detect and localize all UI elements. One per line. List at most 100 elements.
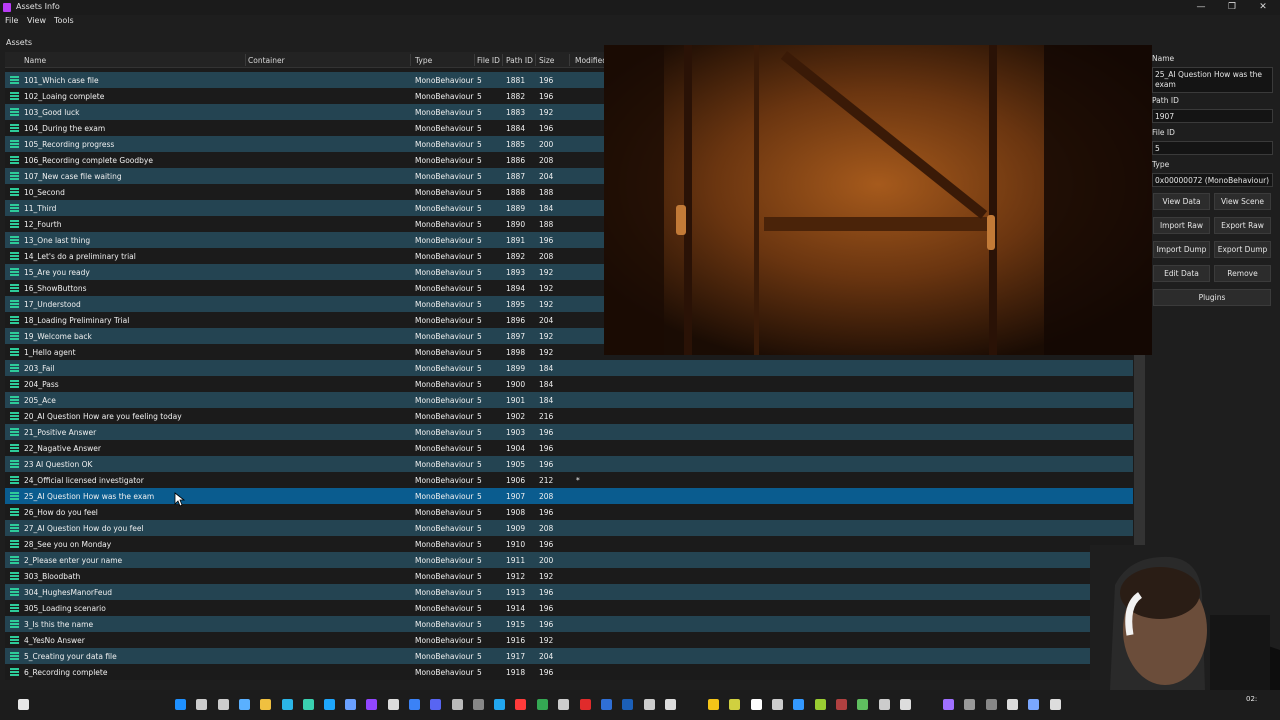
table-row[interactable]: 203_Fail MonoBehaviour 5 1899 184 [5, 360, 1133, 376]
asset-icon [10, 620, 19, 628]
column-header-name[interactable]: Name [24, 56, 46, 65]
table-row[interactable]: 304_HughesManorFeud MonoBehaviour 5 1913 196 [5, 584, 1133, 600]
tray-icon-15[interactable] [1028, 699, 1039, 710]
terminal-icon[interactable] [388, 699, 399, 710]
menu-file[interactable]: File [5, 16, 18, 25]
tray-icon-7[interactable] [836, 699, 847, 710]
table-row[interactable]: 21_Positive Answer MonoBehaviour 5 1903 196 [5, 424, 1133, 440]
app-icon-7[interactable] [622, 699, 633, 710]
cell-name: 27_AI Question How do you feel [24, 524, 144, 533]
minimize-button[interactable]: — [1194, 2, 1208, 13]
tray-icon-10[interactable] [900, 699, 911, 710]
tray-icon-12[interactable] [964, 699, 975, 710]
table-row[interactable]: 2_Please enter your name MonoBehaviour 5 19… [5, 552, 1133, 568]
vscode-icon[interactable] [494, 699, 505, 710]
view-scene-button[interactable]: View Scene [1214, 193, 1271, 210]
app-icon-9[interactable] [665, 699, 676, 710]
plugins-button[interactable]: Plugins [1153, 289, 1271, 306]
tray-icon-8[interactable] [857, 699, 868, 710]
table-row[interactable]: 4_YesNo Answer MonoBehaviour 5 1916 192 [5, 632, 1133, 648]
column-header-container[interactable]: Container [248, 56, 285, 65]
file-id-field[interactable]: 5 [1152, 141, 1273, 155]
table-row[interactable]: 23 AI Question OK MonoBehaviour 5 1905 196 [5, 456, 1133, 472]
outlook-icon[interactable] [324, 699, 335, 710]
cell-file-id: 5 [477, 300, 482, 309]
table-row[interactable]: 305_Loading scenario MonoBehaviour 5 1914 19… [5, 600, 1133, 616]
cell-path-id: 1893 [506, 268, 526, 277]
cell-file-id: 5 [477, 524, 482, 533]
cell-type: MonoBehaviour [415, 204, 474, 213]
maximize-button[interactable]: ❐ [1225, 2, 1239, 13]
tray-icon-2[interactable] [729, 699, 740, 710]
table-row[interactable]: 6_Recording complete MonoBehaviour 5 1918 19… [5, 664, 1133, 680]
widget-icon[interactable] [18, 699, 29, 710]
discord-icon[interactable] [430, 699, 441, 710]
tray-icon-5[interactable] [793, 699, 804, 710]
export-dump-button[interactable]: Export Dump [1214, 241, 1271, 258]
cell-file-id: 5 [477, 476, 482, 485]
edit-data-button[interactable]: Edit Data [1153, 265, 1210, 282]
export-raw-button[interactable]: Export Raw [1214, 217, 1271, 234]
chat-icon[interactable] [239, 699, 250, 710]
type-field[interactable]: 0x00000072 (MonoBehaviour) [1152, 173, 1273, 187]
app-icon-2[interactable] [409, 699, 420, 710]
cell-name: 102_Loaing complete [24, 92, 105, 101]
table-row[interactable]: 204_Pass MonoBehaviour 5 1900 184 [5, 376, 1133, 392]
tray-icon-13[interactable] [986, 699, 997, 710]
cell-path-id: 1892 [506, 252, 526, 261]
cell-file-id: 5 [477, 332, 482, 341]
tray-icon-1[interactable] [708, 699, 719, 710]
search-icon[interactable] [196, 699, 207, 710]
settings-icon[interactable] [558, 699, 569, 710]
tray-icon-11[interactable] [943, 699, 954, 710]
edge-icon[interactable] [282, 699, 293, 710]
task-view-icon[interactable] [218, 699, 229, 710]
steam-icon[interactable] [345, 699, 356, 710]
import-raw-button[interactable]: Import Raw [1153, 217, 1210, 234]
column-header-path-id[interactable]: Path ID [506, 56, 533, 65]
table-row[interactable]: 3_Is this the name MonoBehaviour 5 1915 196 [5, 616, 1133, 632]
table-row[interactable]: 24_Official licensed investigator MonoBeh… [5, 472, 1133, 488]
view-data-button[interactable]: View Data [1153, 193, 1210, 210]
table-row[interactable]: 303_Bloodbath MonoBehaviour 5 1912 192 [5, 568, 1133, 584]
taskbar-clock[interactable]: 02: [1246, 695, 1257, 703]
tray-icon-14[interactable] [1007, 699, 1018, 710]
close-button[interactable]: ✕ [1256, 2, 1270, 13]
app-icon-5[interactable] [580, 699, 591, 710]
tray-icon-3[interactable] [751, 699, 762, 710]
app-icon-8[interactable] [644, 699, 655, 710]
column-header-type[interactable]: Type [415, 56, 432, 65]
table-row[interactable]: 20_AI Question How are you feeling today… [5, 408, 1133, 424]
tray-icon-9[interactable] [879, 699, 890, 710]
column-header-modified[interactable]: Modified [575, 56, 607, 65]
chrome-icon[interactable] [537, 699, 548, 710]
asset-icon [10, 572, 19, 580]
app-icon-6[interactable] [601, 699, 612, 710]
column-header-size[interactable]: Size [539, 56, 554, 65]
menu-tools[interactable]: Tools [54, 16, 74, 25]
table-row[interactable]: 5_Creating your data file MonoBehaviour 5 1… [5, 648, 1133, 664]
table-row[interactable]: 205_Ace MonoBehaviour 5 1901 184 [5, 392, 1133, 408]
import-dump-button[interactable]: Import Dump [1153, 241, 1210, 258]
opera-icon[interactable] [515, 699, 526, 710]
tray-icon-6[interactable] [815, 699, 826, 710]
start-icon[interactable] [175, 699, 186, 710]
explorer-icon[interactable] [260, 699, 271, 710]
twitch-icon[interactable] [366, 699, 377, 710]
app-icon-1[interactable] [303, 699, 314, 710]
name-field[interactable]: 25_AI Question How was the exam [1152, 67, 1273, 93]
menu-view[interactable]: View [27, 16, 46, 25]
remove-button[interactable]: Remove [1214, 265, 1271, 282]
cell-size: 192 [539, 348, 554, 357]
table-row[interactable]: 27_AI Question How do you feel MonoBehavi… [5, 520, 1133, 536]
cell-file-id: 5 [477, 668, 482, 677]
tray-icon-4[interactable] [772, 699, 783, 710]
app-icon-4[interactable] [473, 699, 484, 710]
column-header-file-id[interactable]: File ID [477, 56, 500, 65]
table-row[interactable]: 28_See you on Monday MonoBehaviour 5 1910 19… [5, 536, 1133, 552]
cell-name: 304_HughesManorFeud [24, 588, 113, 597]
app-icon-3[interactable] [452, 699, 463, 710]
path-id-field[interactable]: 1907 [1152, 109, 1273, 123]
table-row[interactable]: 22_Nagative Answer MonoBehaviour 5 1904 196 [5, 440, 1133, 456]
tray-icon-16[interactable] [1050, 699, 1061, 710]
